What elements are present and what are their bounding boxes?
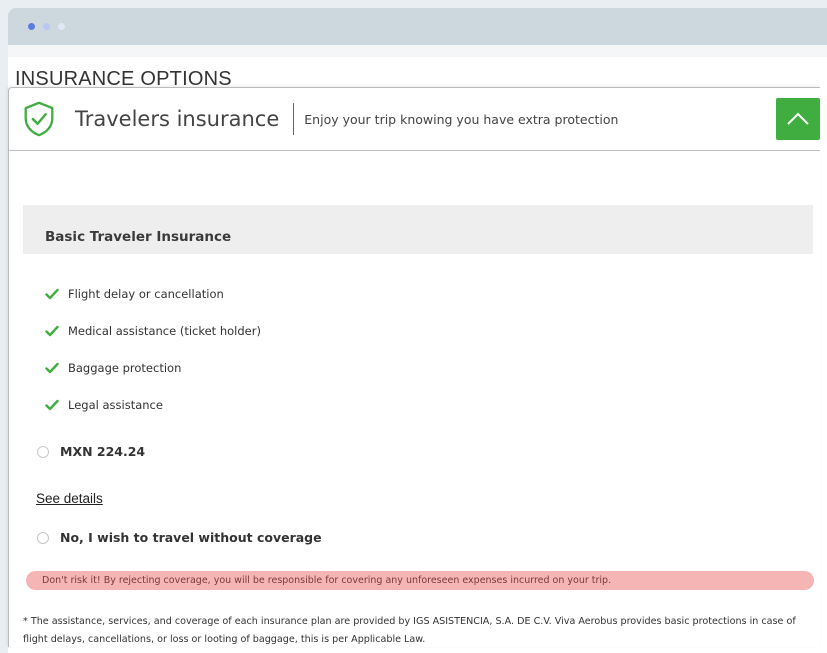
toolbar-strip	[8, 45, 827, 57]
card-header[interactable]: Travelers insurance Enjoy your trip know…	[9, 88, 820, 151]
checkmark-icon	[45, 288, 59, 299]
feature-label: Legal assistance	[68, 397, 163, 412]
card-subtitle: Enjoy your trip knowing you have extra p…	[304, 111, 619, 127]
window-minimize-dot[interactable]	[43, 23, 50, 30]
list-item: Medical assistance (ticket holder)	[45, 312, 261, 349]
decline-label: No, I wish to travel without coverage	[60, 530, 322, 545]
plan-title: Basic Traveler Insurance	[45, 229, 232, 245]
checkmark-icon	[45, 399, 59, 410]
footnote: * The assistance, services, and coverage…	[23, 616, 796, 645]
feature-label: Flight delay or cancellation	[68, 286, 224, 301]
checkmark-icon	[45, 325, 59, 336]
collapse-button[interactable]	[776, 98, 820, 140]
feature-label: Medical assistance (ticket holder)	[68, 323, 261, 338]
card-title: Travelers insurance	[75, 107, 280, 131]
list-item: Baggage protection	[45, 349, 261, 386]
price-radio[interactable]	[37, 445, 49, 458]
window-titlebar	[8, 8, 827, 45]
list-item: Legal assistance	[45, 386, 261, 423]
feature-list: Flight delay or cancellation Medical ass…	[45, 275, 261, 423]
price-option[interactable]: MXN 224.24	[37, 444, 145, 459]
chevron-up-icon	[787, 112, 809, 125]
checkmark-icon	[45, 362, 59, 373]
see-details-link[interactable]: See details	[36, 491, 103, 506]
warning-banner: Don't risk it! By rejecting coverage, yo…	[26, 571, 814, 590]
window-close-dot[interactable]	[28, 23, 35, 30]
price-label: MXN 224.24	[60, 444, 146, 459]
list-item: Flight delay or cancellation	[45, 275, 261, 312]
header-divider	[293, 103, 295, 135]
decline-option[interactable]: No, I wish to travel without coverage	[37, 530, 322, 545]
window-maximize-dot[interactable]	[58, 23, 65, 30]
decline-radio[interactable]	[37, 531, 49, 544]
insurance-card: Travelers insurance Enjoy your trip know…	[8, 87, 820, 647]
shield-check-icon	[24, 101, 54, 137]
feature-label: Baggage protection	[68, 360, 182, 375]
